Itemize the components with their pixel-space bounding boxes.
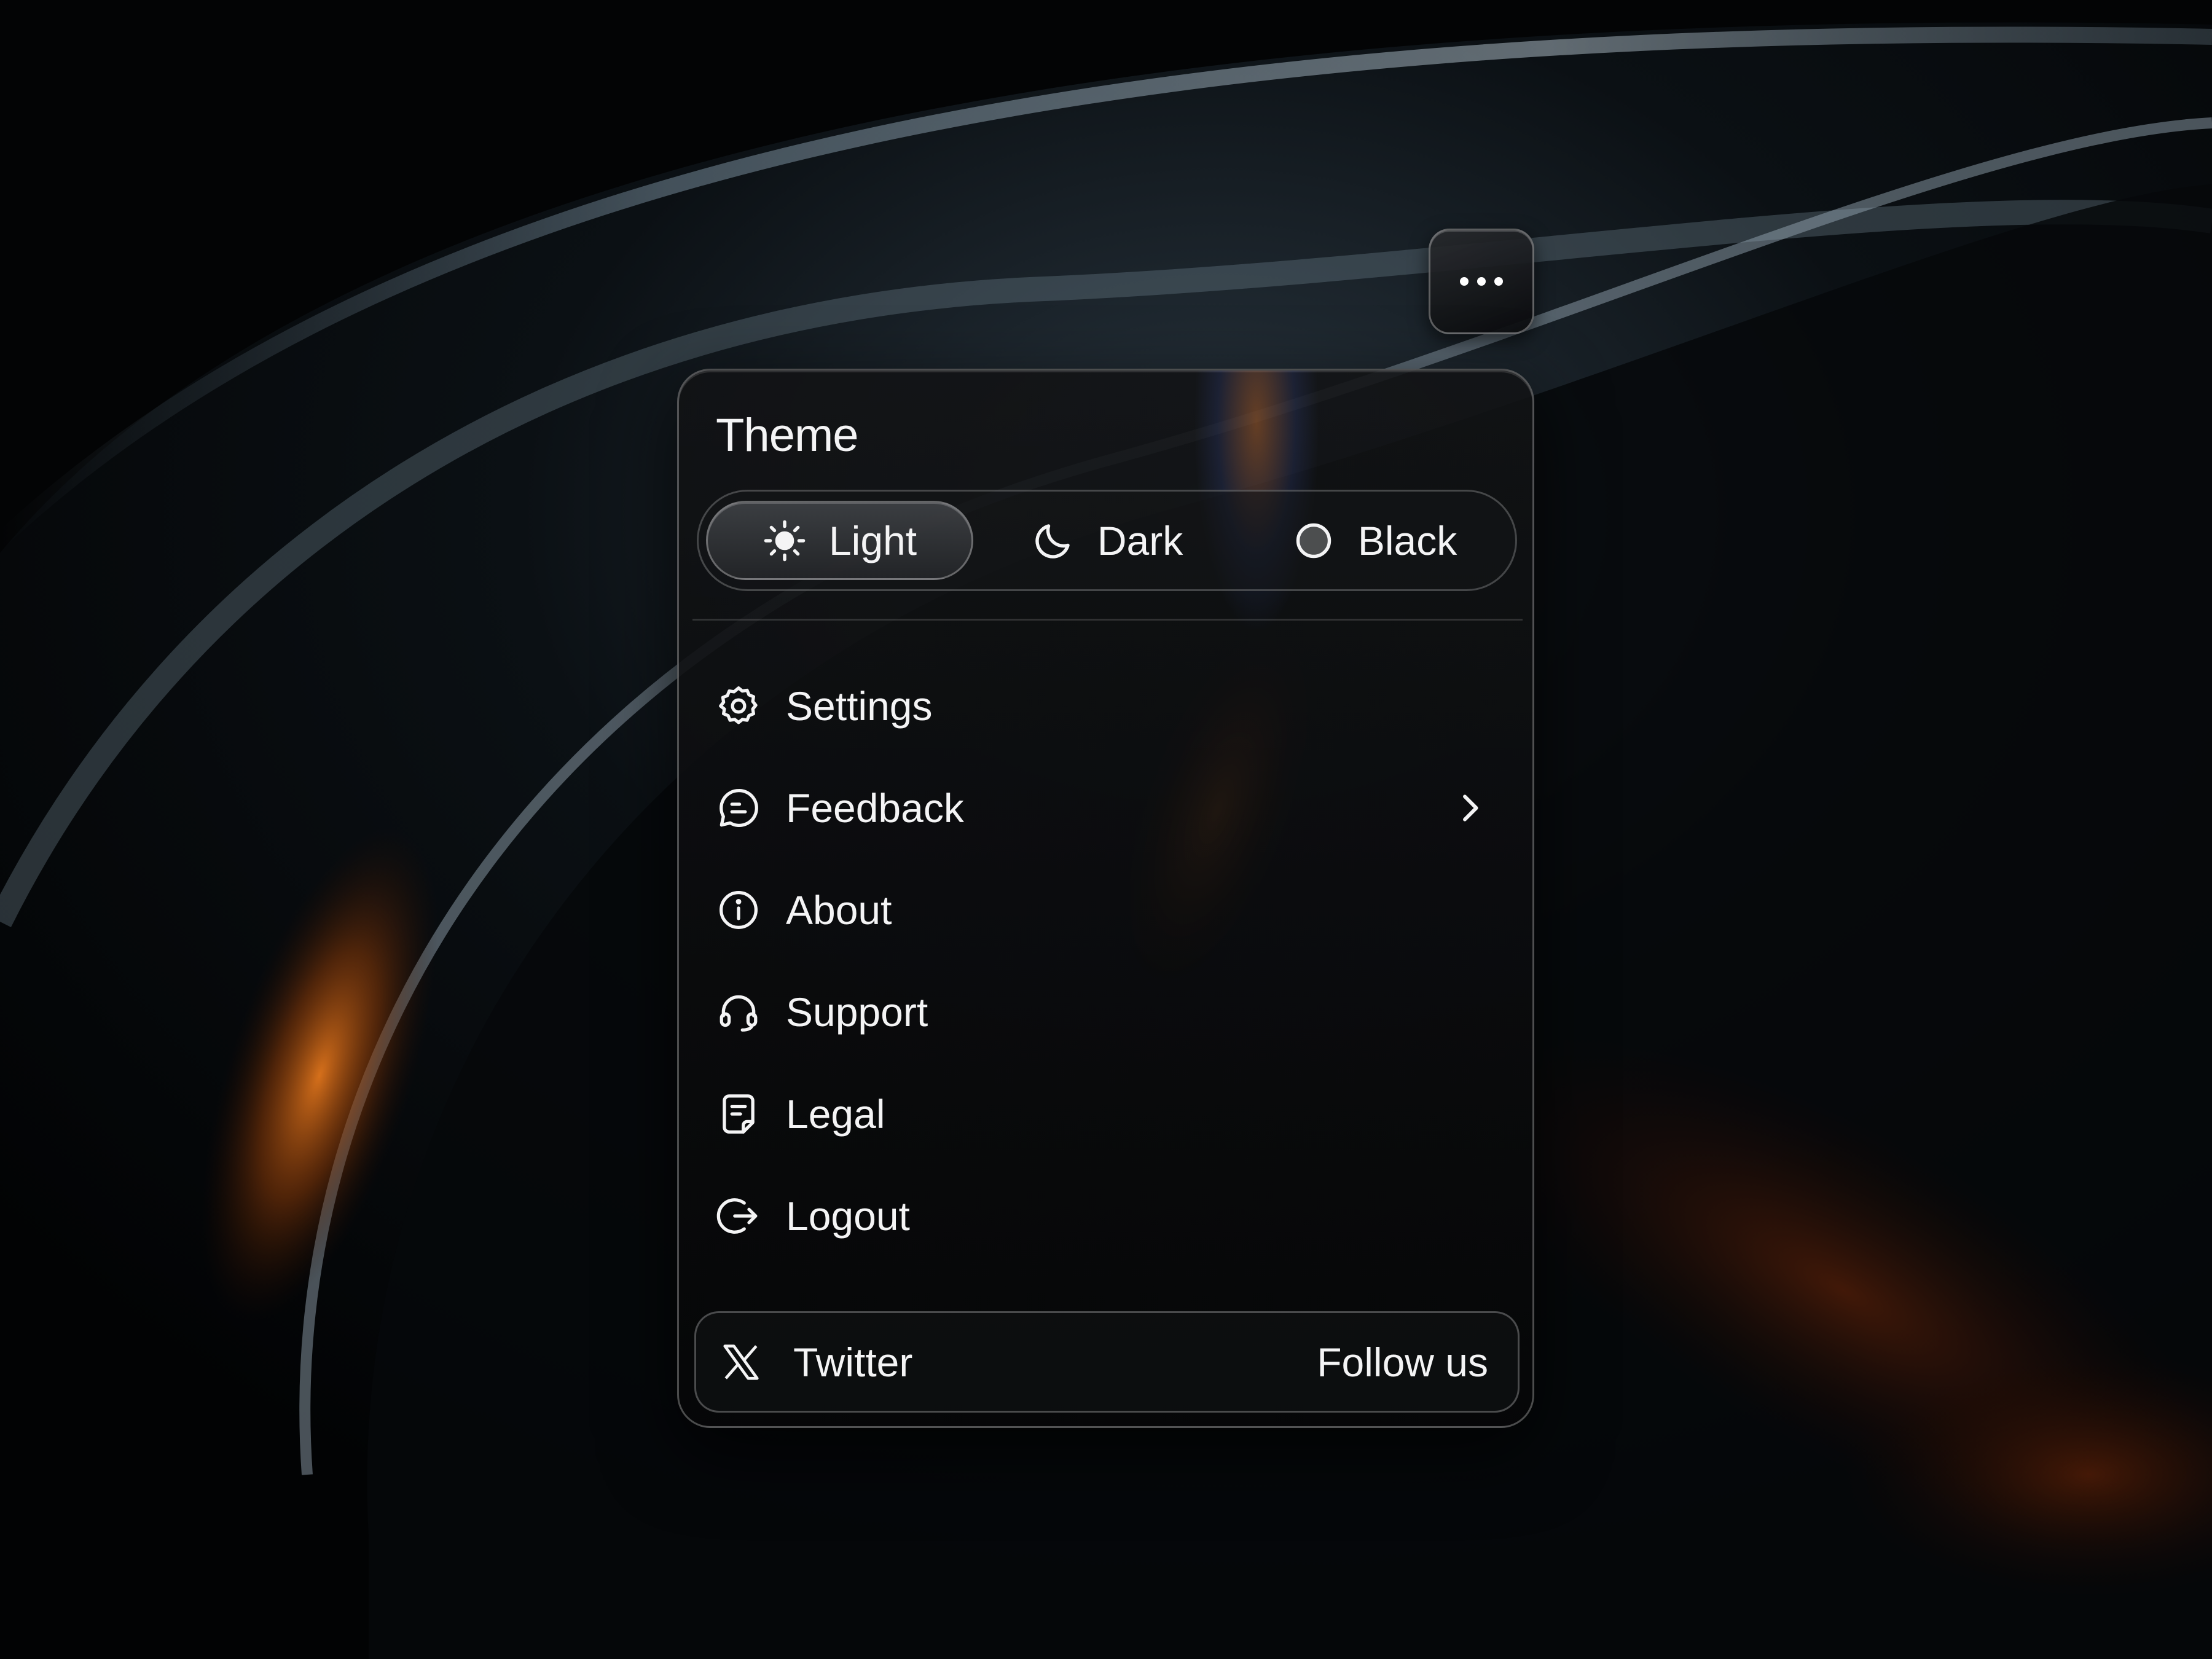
theme-section-title: Theme — [716, 409, 859, 461]
theme-option-light[interactable]: Light — [706, 501, 974, 580]
x-logo-icon — [720, 1341, 763, 1384]
menu-panel: Theme Light Dark Black Settings Feedback… — [677, 369, 1534, 1428]
menu-item-legal[interactable]: Legal — [679, 1063, 1532, 1165]
headset-icon — [716, 989, 761, 1035]
menu-item-label: Settings — [786, 683, 933, 729]
chevron-right-icon — [1450, 788, 1489, 828]
menu-item-label: Feedback — [786, 785, 964, 831]
theme-switcher: Light Dark Black — [697, 490, 1517, 591]
ellipsis-dot-icon — [1494, 277, 1503, 286]
menu-item-feedback[interactable]: Feedback — [679, 757, 1532, 859]
divider — [692, 619, 1523, 621]
ellipsis-dot-icon — [1460, 277, 1469, 286]
ellipsis-dot-icon — [1477, 277, 1486, 286]
twitter-label: Twitter — [793, 1339, 913, 1385]
menu-item-label: About — [786, 887, 892, 933]
theme-option-label: Black — [1357, 517, 1457, 563]
chat-bubble-icon — [716, 785, 761, 831]
menu-item-about[interactable]: About — [679, 859, 1532, 961]
document-icon — [716, 1091, 761, 1137]
logout-icon — [716, 1193, 761, 1239]
moon-icon — [1031, 519, 1075, 563]
menu-item-label: Legal — [786, 1091, 885, 1137]
menu-item-settings[interactable]: Settings — [679, 655, 1532, 757]
more-options-button[interactable] — [1429, 229, 1534, 334]
menu-item-logout[interactable]: Logout — [679, 1165, 1532, 1267]
twitter-follow-row[interactable]: Twitter Follow us — [694, 1311, 1520, 1413]
menu-item-label: Support — [786, 989, 928, 1035]
follow-us-link[interactable]: Follow us — [1317, 1339, 1488, 1386]
info-icon — [716, 887, 761, 933]
screen: Theme Light Dark Black Settings Feedback… — [0, 0, 2212, 1659]
menu-list: Settings Feedback About Support Legal Lo… — [679, 655, 1532, 1267]
theme-option-label: Light — [828, 517, 917, 563]
circle-icon — [1292, 519, 1336, 563]
gear-icon — [716, 683, 761, 729]
theme-option-label: Dark — [1097, 517, 1183, 563]
theme-option-black[interactable]: Black — [1241, 501, 1508, 580]
sun-icon — [763, 519, 807, 563]
menu-item-support[interactable]: Support — [679, 961, 1532, 1063]
menu-item-label: Logout — [786, 1193, 910, 1239]
theme-option-dark[interactable]: Dark — [973, 501, 1241, 580]
